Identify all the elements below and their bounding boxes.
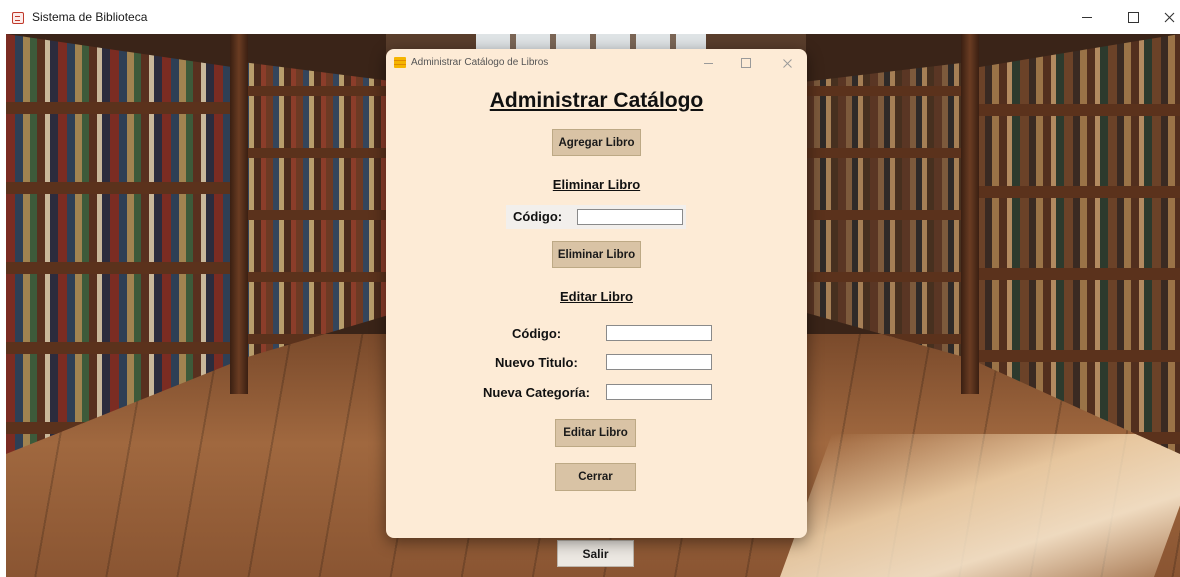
main-window-title: Sistema de Biblioteca <box>32 10 148 24</box>
new-title-label: Nuevo Titulo: <box>495 355 578 370</box>
edit-book-button[interactable]: Editar Libro <box>555 419 636 447</box>
close-dialog-button[interactable]: Cerrar <box>555 463 636 491</box>
close-icon <box>782 58 792 68</box>
delete-code-input[interactable] <box>577 209 683 225</box>
catalog-dialog: Administrar Catálogo de Libros Administr… <box>386 49 807 538</box>
delete-book-button[interactable]: Eliminar Libro <box>552 241 641 268</box>
pillar-left <box>230 34 248 394</box>
bookshelf-left-near <box>236 61 396 361</box>
dialog-title-bar[interactable]: Administrar Catálogo de Libros <box>386 49 807 77</box>
bookshelf-right-near <box>806 61 976 361</box>
new-title-input[interactable] <box>606 354 712 370</box>
exit-button[interactable]: Salir <box>557 540 634 567</box>
dialog-close-button[interactable] <box>767 49 807 77</box>
close-icon <box>1164 12 1174 22</box>
main-title-bar[interactable]: Sistema de Biblioteca <box>0 0 1180 34</box>
delete-code-label: Código: <box>513 209 563 224</box>
library-app-icon <box>12 12 24 24</box>
sunlight-patch <box>779 434 1180 577</box>
close-window-button[interactable] <box>1146 0 1180 34</box>
add-book-button[interactable]: Agregar Libro <box>552 129 641 156</box>
edit-code-input[interactable] <box>606 325 712 341</box>
dialog-minimize-button[interactable] <box>688 49 728 77</box>
new-category-input[interactable] <box>606 384 712 400</box>
catalog-window-icon <box>394 57 406 68</box>
dialog-title: Administrar Catálogo de Libros <box>411 57 549 68</box>
edit-code-label: Código: <box>512 326 562 341</box>
dialog-heading: Administrar Catálogo <box>489 89 704 112</box>
pillar-right <box>961 34 979 394</box>
minimize-button[interactable] <box>1064 0 1110 34</box>
new-category-label: Nueva Categoría: <box>483 385 590 400</box>
dialog-maximize-button[interactable] <box>726 49 766 77</box>
edit-section-heading: Editar Libro <box>560 289 633 304</box>
delete-section-heading: Eliminar Libro <box>552 177 641 192</box>
